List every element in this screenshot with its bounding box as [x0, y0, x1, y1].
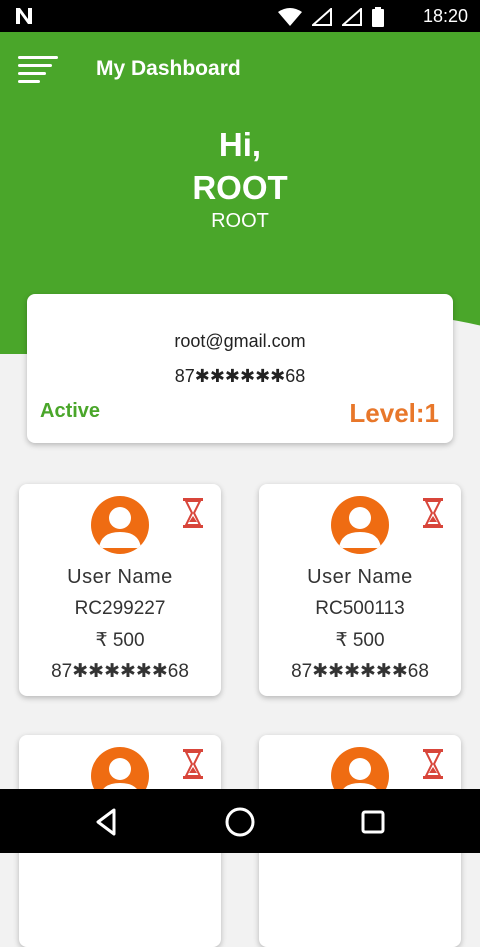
- hourglass-icon: [183, 498, 203, 528]
- menu-icon: [18, 56, 58, 59]
- member-card[interactable]: User Name RC500113 ₹ 500 87✱✱✱✱✱✱68: [259, 484, 461, 696]
- hourglass-icon: [183, 749, 203, 779]
- status-time: 18:20: [422, 6, 468, 26]
- user-name-heading: ROOT: [192, 169, 288, 206]
- user-avatar-icon: [99, 507, 141, 548]
- menu-icon: [18, 80, 40, 83]
- avatar: [91, 496, 149, 554]
- member-name: User Name: [67, 566, 173, 588]
- menu-button[interactable]: [18, 54, 58, 84]
- profile-email: root@gmail.com: [174, 331, 306, 351]
- member-id: RC299227: [74, 598, 166, 619]
- notification-n-icon: [16, 8, 32, 24]
- greeting-text: Hi,: [218, 126, 262, 163]
- recents-icon[interactable]: [356, 805, 390, 839]
- status-bar: 18:20: [0, 0, 480, 32]
- hourglass-icon: [423, 498, 443, 528]
- home-icon[interactable]: [223, 805, 257, 839]
- user-subname: ROOT: [211, 210, 269, 232]
- member-amount: ₹ 500: [335, 630, 385, 651]
- avatar: [331, 496, 389, 554]
- user-avatar-icon: [339, 507, 381, 548]
- signal-icon: [312, 8, 332, 26]
- profile-phone: 87✱✱✱✱✱✱68: [174, 366, 306, 386]
- menu-icon: [18, 72, 46, 75]
- hourglass-icon: [423, 749, 443, 779]
- back-icon[interactable]: [90, 805, 124, 839]
- member-phone: 87✱✱✱✱✱✱68: [51, 661, 189, 682]
- member-phone: 87✱✱✱✱✱✱68: [291, 661, 429, 682]
- wifi-icon: [278, 8, 302, 26]
- member-amount: ₹ 500: [95, 630, 145, 651]
- signal-icon: [342, 8, 362, 26]
- menu-icon: [18, 64, 52, 67]
- member-id: RC500113: [315, 598, 405, 619]
- status-badge: Active: [40, 400, 101, 422]
- member-card[interactable]: User Name RC299227 ₹ 500 87✱✱✱✱✱✱68: [19, 484, 221, 696]
- member-name: User Name: [307, 566, 413, 588]
- level-badge: Level:1: [349, 398, 439, 428]
- profile-card: root@gmail.com 87✱✱✱✱✱✱68 Active Level:1: [27, 294, 453, 443]
- page-title: My Dashboard: [96, 57, 241, 80]
- status-icons: [278, 7, 384, 27]
- system-nav-bar: [0, 789, 480, 853]
- battery-icon: [372, 7, 384, 27]
